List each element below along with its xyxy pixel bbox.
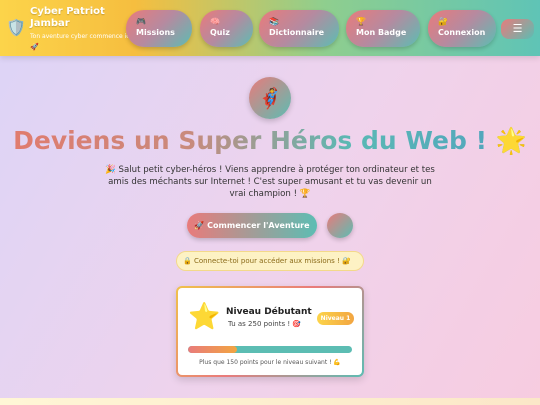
nav-missions-label: Missions [136,28,175,37]
level-points: Tu as 250 points ! 🎯 [228,320,302,328]
trophy-icon: 🏆 [356,17,366,26]
level-card: ⭐ Niveau Débutant Tu as 250 points ! 🎯 N… [176,286,364,377]
start-adventure-button[interactable]: 🚀 Commencer l'Aventure [187,213,317,238]
star-icon: ⭐ [188,302,221,332]
brain-icon: 🧠 [210,17,220,26]
level-hint: Plus que 150 points pour le niveau suiva… [199,359,341,366]
footer-strip [0,398,540,405]
hamburger-menu-icon[interactable]: ☰ [501,19,534,39]
level-title: Niveau Débutant [226,307,312,317]
nav-badge-button[interactable]: 🏆 Mon Badge [346,10,420,47]
nav-quiz-label: Quiz [210,28,230,37]
lock-key-icon: 🔐 [438,17,448,26]
brand-subtitle: Ton aventure cyber commence ici ! [30,33,128,40]
top-header: 🛡️ Cyber Patriot Jambar Ton aventure cyb… [0,0,540,56]
nav-missions-button[interactable]: 🎮 Missions [126,10,192,47]
nav-login-button[interactable]: 🔐 Connexion [428,10,496,47]
hero-title: Deviens un Super Héros du Web ! 🌟 [0,124,540,158]
brand-title[interactable]: Cyber Patriot Jambar [30,6,130,30]
nav-dictionary-label: Dictionnaire [269,28,325,37]
level-progress-fill [188,346,238,353]
books-icon: 📚 [269,17,279,26]
glowing-star-icon: 🌟 [495,126,527,155]
level-progress-bar [188,346,352,353]
superhero-avatar-icon: 🦸 [249,77,291,119]
gamepad-icon: 🎮 [136,17,146,26]
round-action-button[interactable] [327,213,353,238]
hero-description: 🎉 Salut petit cyber-héros ! Viens appren… [105,165,435,199]
hero-title-text: Deviens un Super Héros du Web ! [13,126,488,155]
rocket-icon: 🚀 [30,43,39,51]
nav-dictionary-button[interactable]: 📚 Dictionnaire [259,10,339,47]
shield-icon: 🛡️ [6,18,26,37]
nav-badge-label: Mon Badge [356,28,407,37]
nav-quiz-button[interactable]: 🧠 Quiz [200,10,253,47]
nav-login-label: Connexion [438,28,486,37]
level-badge: Niveau 1 [317,312,354,325]
login-notice: 🔒 Connecte-toi pour accéder aux missions… [176,251,364,271]
